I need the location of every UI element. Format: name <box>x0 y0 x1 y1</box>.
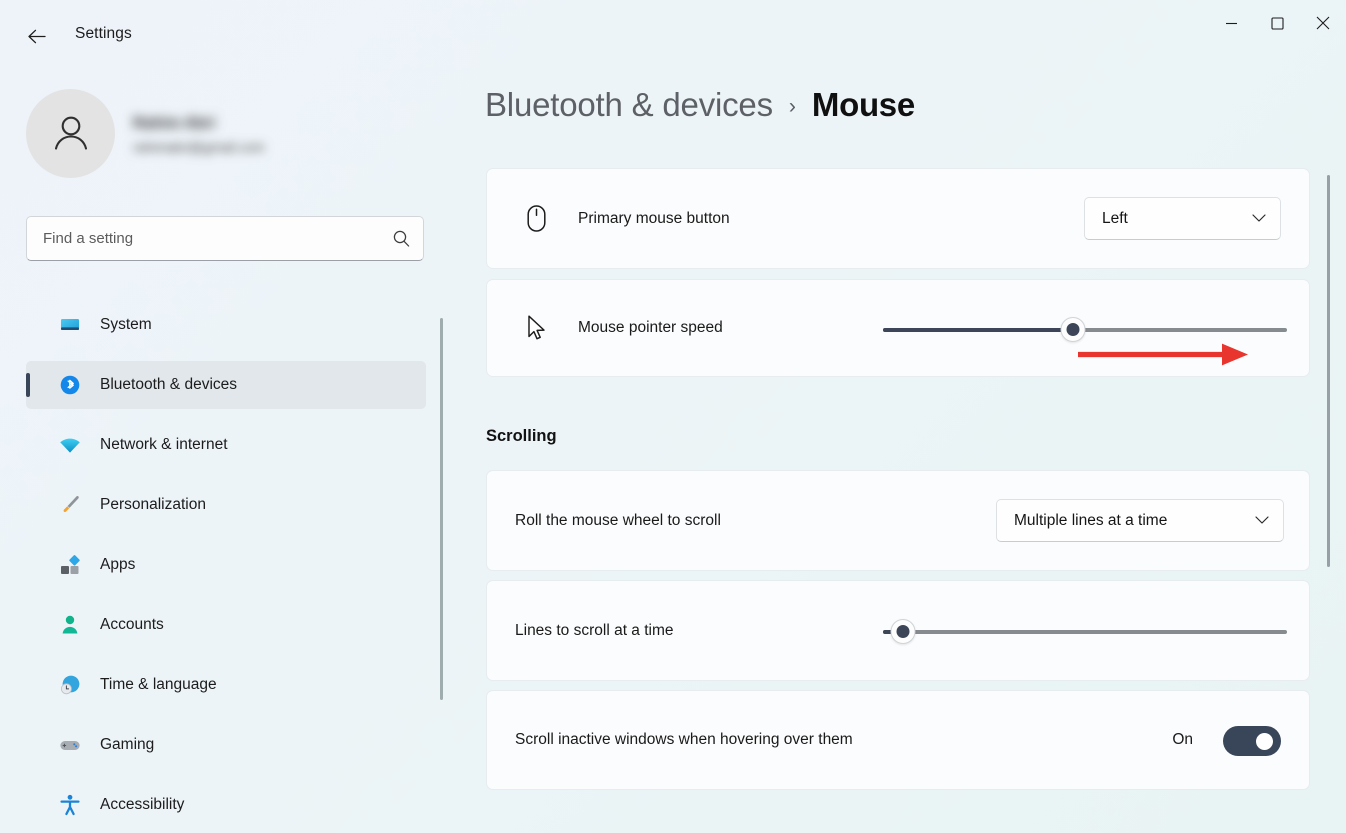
maximize-icon <box>1271 17 1284 30</box>
bluetooth-icon <box>56 373 84 397</box>
lines-to-scroll-row: Lines to scroll at a time <box>486 580 1310 681</box>
minimize-button[interactable] <box>1208 0 1254 46</box>
wheel-scroll-row: Roll the mouse wheel to scroll Multiple … <box>486 470 1310 571</box>
breadcrumb-parent[interactable]: Bluetooth & devices <box>485 86 773 124</box>
back-button[interactable] <box>18 19 54 53</box>
scroll-inactive-label: Scroll inactive windows when hovering ov… <box>515 731 853 749</box>
mouse-pointer-speed-label: Mouse pointer speed <box>578 319 723 337</box>
breadcrumb-separator-icon: › <box>789 95 796 119</box>
close-icon <box>1316 16 1330 30</box>
person-avatar-icon <box>47 110 95 158</box>
window-controls <box>1208 0 1346 46</box>
breadcrumb: Bluetooth & devices › Mouse <box>485 86 915 124</box>
accessibility-icon <box>56 793 84 817</box>
sidebar-item-label: Time & language <box>100 676 217 694</box>
sidebar-item-label: Bluetooth & devices <box>100 376 237 394</box>
search-input[interactable] <box>27 230 379 247</box>
sidebar-item-label: Personalization <box>100 496 206 514</box>
cursor-arrow-icon <box>515 314 557 342</box>
sidebar-nav: System Bluetooth & devices Network <box>26 301 426 833</box>
back-arrow-icon <box>26 26 47 47</box>
slider-thumb[interactable] <box>891 619 916 644</box>
minimize-icon <box>1225 17 1238 30</box>
sidebar-item-apps[interactable]: Apps <box>26 541 426 589</box>
user-profile[interactable]: Rahim Abri rahimabri@gmail.com <box>26 89 265 178</box>
sidebar-item-gaming[interactable]: Gaming <box>26 721 426 769</box>
sidebar-item-time-language[interactable]: Time & language <box>26 661 426 709</box>
primary-mouse-button-dropdown[interactable]: Left <box>1084 197 1281 240</box>
lines-to-scroll-label: Lines to scroll at a time <box>515 622 674 640</box>
sidebar-item-label: Accounts <box>100 616 164 634</box>
primary-mouse-button-label: Primary mouse button <box>578 210 730 228</box>
sidebar-item-label: System <box>100 316 152 334</box>
clock-globe-icon <box>56 673 84 697</box>
page-title: Mouse <box>812 86 915 124</box>
maximize-button[interactable] <box>1254 0 1300 46</box>
scroll-inactive-toggle[interactable] <box>1223 726 1281 756</box>
dropdown-value: Left <box>1102 210 1128 228</box>
wheel-scroll-label: Roll the mouse wheel to scroll <box>515 512 721 530</box>
search-icon[interactable] <box>379 229 423 248</box>
sidebar-item-accessibility[interactable]: Accessibility <box>26 781 426 829</box>
toggle-state-label: On <box>1172 731 1193 749</box>
sidebar-item-label: Network & internet <box>100 436 228 454</box>
sidebar: Rahim Abri rahimabri@gmail.com <box>0 72 452 833</box>
paintbrush-icon <box>56 493 84 517</box>
app-title: Settings <box>75 25 132 43</box>
wifi-icon <box>56 433 84 457</box>
chevron-down-icon <box>1252 214 1266 223</box>
user-email: rahimabri@gmail.com <box>133 140 265 155</box>
sidebar-item-system[interactable]: System <box>26 301 426 349</box>
gamepad-icon <box>56 733 84 757</box>
dropdown-value: Multiple lines at a time <box>1014 512 1167 530</box>
title-bar: Settings <box>0 0 1346 72</box>
monitor-icon <box>56 313 84 337</box>
wheel-scroll-dropdown[interactable]: Multiple lines at a time <box>996 499 1284 542</box>
annotation-arrow <box>1070 338 1255 375</box>
mouse-icon <box>515 204 557 233</box>
avatar <box>26 89 115 178</box>
close-button[interactable] <box>1300 0 1346 46</box>
scroll-inactive-windows-row: Scroll inactive windows when hovering ov… <box>486 690 1310 790</box>
content-scrollbar-thumb[interactable] <box>1327 175 1330 567</box>
sidebar-item-network-internet[interactable]: Network & internet <box>26 421 426 469</box>
content-area: Bluetooth & devices › Mouse Primary mous… <box>452 72 1346 833</box>
sidebar-item-label: Apps <box>100 556 135 574</box>
chevron-down-icon <box>1255 516 1269 525</box>
sidebar-item-label: Gaming <box>100 736 154 754</box>
sidebar-scrollbar-thumb[interactable] <box>440 318 443 700</box>
scrolling-section-heading: Scrolling <box>486 427 557 446</box>
apps-icon <box>56 553 84 577</box>
slider-fill <box>883 328 1073 332</box>
lines-to-scroll-slider[interactable] <box>883 619 1287 645</box>
sidebar-item-bluetooth-devices[interactable]: Bluetooth & devices <box>26 361 426 409</box>
search-box[interactable] <box>26 216 424 261</box>
sidebar-item-label: Accessibility <box>100 796 184 814</box>
toggle-knob <box>1256 733 1273 750</box>
slider-track <box>883 630 1287 634</box>
user-name: Rahim Abri <box>133 115 265 133</box>
primary-mouse-button-row: Primary mouse button Left <box>486 168 1310 269</box>
sidebar-item-personalization[interactable]: Personalization <box>26 481 426 529</box>
accounts-icon <box>56 613 84 637</box>
sidebar-item-accounts[interactable]: Accounts <box>26 601 426 649</box>
